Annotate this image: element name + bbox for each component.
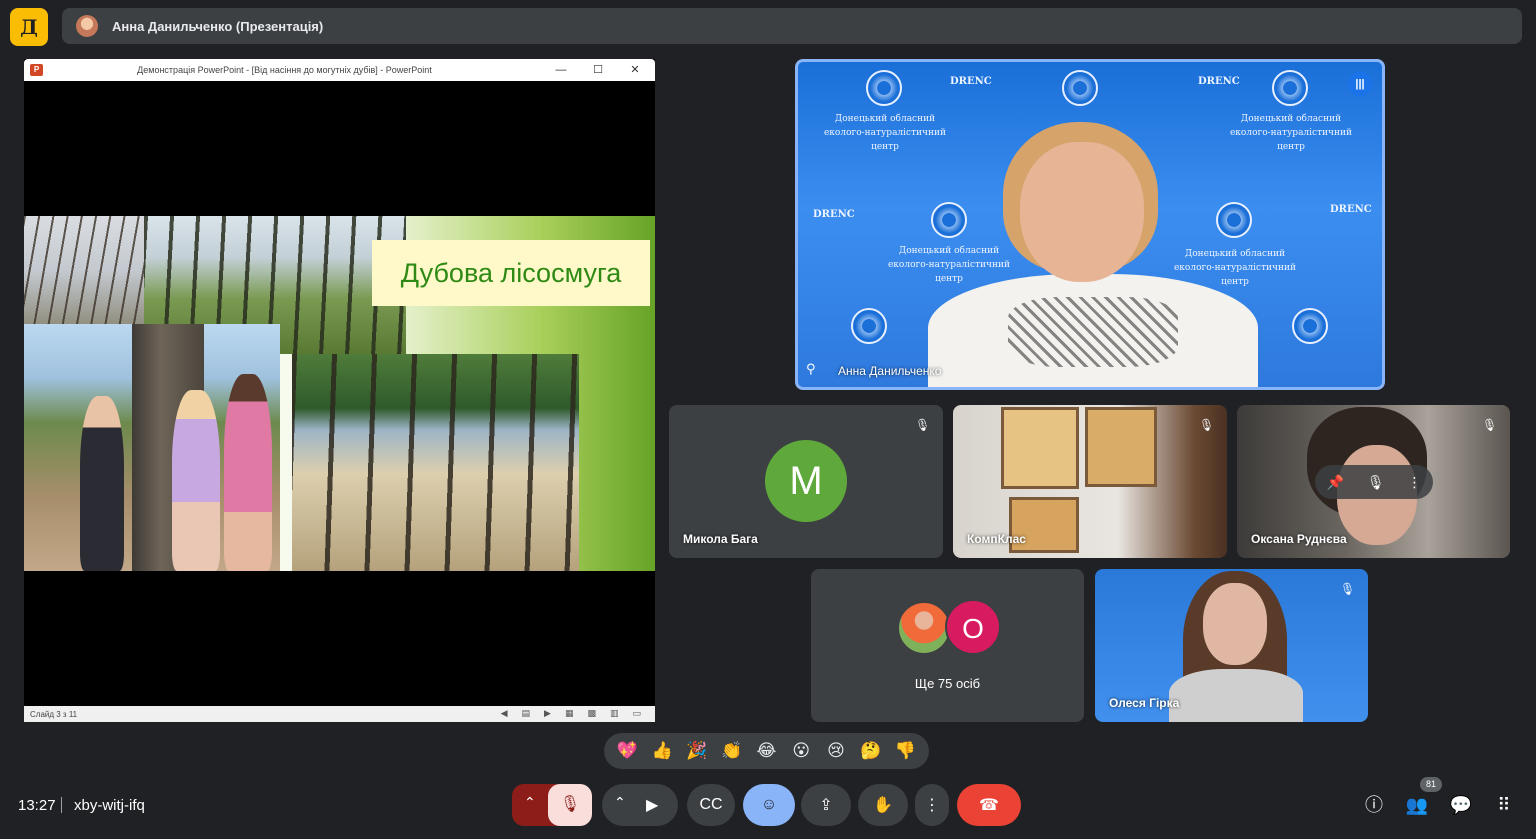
participant-name: Олеся Гірка <box>1109 696 1180 710</box>
sorter-view-icon[interactable]: ▩ <box>587 708 596 719</box>
meeting-info-icon[interactable]: ⓘ <box>1361 792 1387 818</box>
minimize-icon[interactable]: — <box>553 62 569 78</box>
reaction-laugh[interactable]: 😂 <box>751 741 781 761</box>
reaction-thumbs-down[interactable]: 👎 <box>891 741 921 761</box>
org-logo-icon <box>931 202 967 238</box>
next-slide-icon[interactable]: ▶ <box>544 708 551 719</box>
leave-call-button[interactable]: ☎ <box>957 784 1021 826</box>
reactions-button[interactable]: ☺ <box>743 784 795 826</box>
org-logo-icon <box>1062 70 1098 106</box>
slide-counter: Слайд 3 з 11 <box>30 709 78 719</box>
mic-off-icon: 🎙 <box>1199 418 1215 432</box>
participant-tile[interactable]: 🎙 Олеся Гірка <box>1095 569 1368 722</box>
camera-options-chevron-icon[interactable]: ⌃ <box>614 794 626 811</box>
org-text: Донецький обласний еколого-натуралістичн… <box>823 114 946 152</box>
participant-name: Микола Бага <box>683 532 758 546</box>
maximize-icon[interactable]: ☐ <box>590 62 606 78</box>
camera-toggle-group: ⌃ ▶ <box>602 784 678 826</box>
presenting-icon: ⚲ <box>806 361 816 376</box>
reaction-party[interactable]: 🎉 <box>682 741 712 761</box>
presenter-bar[interactable]: Анна Данильченко (Презентація) <box>62 8 1522 44</box>
slide-photo-children <box>24 324 280 571</box>
participant-tile[interactable]: М 🎙 Микола Бага <box>669 405 943 558</box>
org-logo-icon <box>1292 308 1328 344</box>
app-logo[interactable]: Д <box>10 8 48 46</box>
avatar: М <box>765 440 847 522</box>
slide-photo-trees <box>24 216 144 326</box>
org-short: DRENC <box>950 76 992 87</box>
slideshow-icon[interactable]: ▭ <box>632 708 641 719</box>
captions-button[interactable]: CC <box>687 784 735 826</box>
mic-off-icon: 🎙 <box>915 418 931 432</box>
reaction-thinking[interactable]: 🤔 <box>856 741 886 761</box>
present-button[interactable]: ⇪ <box>801 784 851 826</box>
org-logo-icon <box>851 308 887 344</box>
more-options-button[interactable]: ⋮ <box>915 784 949 826</box>
participant-name: Оксана Руднєва <box>1251 532 1347 546</box>
ppt-titlebar: P Демонстрація PowerPoint - [Від насіння… <box>24 59 655 81</box>
org-short: DRENC <box>813 209 855 220</box>
pin-icon[interactable]: 📌 <box>1326 474 1343 491</box>
camera-icon[interactable]: ▶ <box>646 795 658 815</box>
mic-off-icon: 🎙 <box>1340 582 1356 596</box>
prev-slide-icon[interactable]: ◀ <box>501 708 508 719</box>
org-short: DRENC <box>1198 76 1240 87</box>
clock: 13:27 <box>18 797 56 814</box>
participant-name: КомпКлас <box>967 532 1026 546</box>
meeting-code: xby-witj-ifq <box>74 797 145 814</box>
org-logo-icon <box>1216 202 1252 238</box>
speaking-indicator-icon: ||| <box>1348 72 1372 96</box>
more-participants-tile[interactable]: О Ще 75 осіб <box>811 569 1084 722</box>
org-logo-icon <box>866 70 902 106</box>
slide: Дубова лісосмуга <box>24 216 655 571</box>
notes-icon[interactable]: ▤ <box>522 708 531 719</box>
participants-count-badge: 81 <box>1420 777 1442 792</box>
activities-icon[interactable]: ⠿ <box>1491 792 1517 818</box>
speaker-embroidery <box>1008 297 1178 367</box>
reaction-surprised[interactable]: 😮 <box>786 741 816 761</box>
powerpoint-icon: P <box>30 64 43 76</box>
reaction-clap[interactable]: 👏 <box>717 741 747 761</box>
presenter-avatar <box>76 15 98 37</box>
close-icon[interactable]: ✕ <box>627 62 643 78</box>
participant-tile[interactable]: 📌 🎙 ⋮ 🎙 Оксана Руднєва <box>1237 405 1510 558</box>
org-logo-icon <box>1272 70 1308 106</box>
participant-tile[interactable]: 🎙 КомпКлас <box>953 405 1227 558</box>
participant-name: Анна Данильченко <box>838 364 942 378</box>
slide-title: Дубова лісосмуга <box>372 240 650 306</box>
presentation-window: P Демонстрація PowerPoint - [Від насіння… <box>24 59 655 722</box>
more-options-icon[interactable]: ⋮ <box>1408 474 1422 491</box>
speaker-face <box>1020 142 1144 282</box>
avatar <box>897 601 951 655</box>
org-short: DRENC <box>1330 204 1372 215</box>
mic-off-button[interactable]: 🎙 <box>548 784 592 826</box>
presenter-title: Анна Данильченко (Презентація) <box>112 18 324 34</box>
avatar: О <box>945 599 1001 655</box>
reaction-sad[interactable]: 😢 <box>821 741 851 761</box>
normal-view-icon[interactable]: ▦ <box>565 708 574 719</box>
raise-hand-button[interactable]: ✋ <box>858 784 908 826</box>
ppt-statusbar: Слайд 3 з 11 ◀ ▤ ▶ ▦ ▩ ▥ ▭ <box>24 706 655 722</box>
mic-off-icon: 🎙 <box>1482 418 1498 432</box>
people-icon[interactable]: 👥 <box>1404 792 1430 818</box>
chat-icon[interactable]: 💬 <box>1448 792 1474 818</box>
tile-hover-controls: 📌 🎙 ⋮ <box>1315 465 1433 499</box>
reaction-heart[interactable]: 💖 <box>612 741 642 761</box>
mute-participant-icon[interactable]: 🎙 <box>1367 474 1385 491</box>
org-text: Донецький обласний еколого-натуралістичн… <box>1229 114 1352 152</box>
reaction-thumbs-up[interactable]: 👍 <box>647 741 677 761</box>
mic-options-chevron-icon[interactable]: ⌃ <box>524 794 536 811</box>
slide-photo-group <box>292 354 579 571</box>
more-participants-label: Ще 75 осіб <box>914 676 981 691</box>
reading-view-icon[interactable]: ▥ <box>610 708 619 719</box>
org-text: Донецький обласний еколого-натуралістичн… <box>887 246 1010 284</box>
reactions-bar: 💖 👍 🎉 👏 😂 😮 😢 🤔 👎 <box>604 733 929 769</box>
mic-toggle-group: ⌃ 🎙 <box>512 784 592 826</box>
divider <box>61 797 62 813</box>
main-speaker-tile[interactable]: Донецький обласний еколого-натуралістичн… <box>795 59 1385 390</box>
